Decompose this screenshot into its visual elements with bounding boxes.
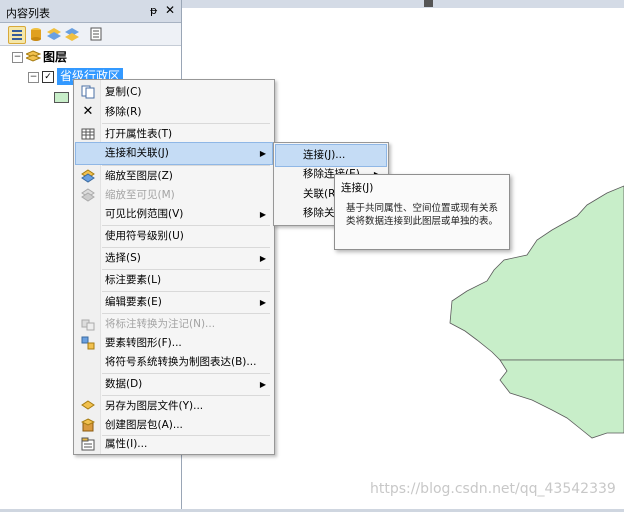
properties-icon [81, 437, 95, 451]
menu-item-convert-labels-to-annotation[interactable]: 将标注转换为注记(N)... [76, 314, 272, 335]
menu-item-label: 属性(I)... [105, 438, 148, 450]
menu-item-label: 使用符号级别(U) [105, 230, 184, 242]
submenu-arrow-icon: ▶ [259, 380, 266, 389]
menu-item-create-layer-package[interactable]: 创建图层包(A)... [76, 415, 272, 436]
menu-item-save-as-layer-file[interactable]: 另存为图层文件(Y)... [76, 396, 272, 417]
menu-item-label: 要素转图形(F)... [105, 337, 182, 349]
menu-item-remove[interactable]: ✕ 移除(R) [76, 102, 272, 123]
layer-symbol-swatch[interactable] [54, 92, 69, 103]
menu-item-convert-symbology-to-representation[interactable]: 将符号系统转换为制图表达(B)... [76, 352, 272, 373]
menu-item-label: 缩放至可见(M) [105, 189, 175, 201]
menu-item-label: 缩放至图层(Z) [105, 170, 173, 182]
toc-toolbar [0, 23, 181, 46]
menu-item-label: 选择(S) [105, 252, 141, 264]
menu-item-use-symbol-levels[interactable]: 使用符号级别(U) [76, 226, 272, 247]
layer-visibility-checkbox[interactable]: ✓ [42, 71, 54, 83]
scroll-arrow-icon[interactable] [424, 0, 433, 7]
menu-item-label: 将符号系统转换为制图表达(B)... [105, 356, 257, 368]
map-top-strip [182, 0, 624, 8]
menu-item-zoom-to-visible[interactable]: 缩放至可见(M) [76, 185, 272, 206]
menu-item-copy[interactable]: 复制(C) [76, 82, 272, 103]
submenu-item-join[interactable]: 连接(J)... [275, 144, 387, 167]
remove-icon: ✕ [82, 104, 94, 119]
zoom-to-layer-icon [81, 169, 95, 183]
submenu-arrow-icon: ▶ [259, 149, 266, 158]
collapse-toggle[interactable]: − [12, 52, 23, 63]
submenu-arrow-icon: ▶ [259, 298, 266, 307]
tree-root-label: 图层 [43, 50, 68, 64]
features-to-graphics-icon [81, 336, 95, 350]
menu-item-convert-features-to-graphics[interactable]: 要素转图形(F)... [76, 333, 272, 354]
list-by-visibility-icon[interactable] [46, 26, 62, 42]
list-by-source-icon[interactable] [28, 26, 44, 42]
menu-item-visible-scale-range[interactable]: 可见比例范围(V) ▶ [76, 204, 272, 225]
panel-header: 内容列表 ᵽ ✕ [0, 0, 181, 23]
submenu-arrow-icon: ▶ [259, 254, 266, 263]
close-icon[interactable]: ✕ [165, 3, 175, 17]
collapse-toggle[interactable]: − [28, 72, 39, 83]
join-tooltip: 连接(J) 基于共同属性、空间位置或现有关系类将数据连接到此图层或单独的表。 [334, 174, 510, 250]
menu-item-label: 可见比例范围(V) [105, 208, 184, 220]
menu-item-label: 数据(D) [105, 378, 143, 390]
tooltip-title: 连接(J) [341, 182, 374, 194]
tooltip-body: 基于共同属性、空间位置或现有关系类将数据连接到此图层或单独的表。 [346, 203, 499, 227]
menu-item-zoom-to-layer[interactable]: 缩放至图层(Z) [76, 166, 272, 187]
menu-item-label-features[interactable]: 标注要素(L) [76, 270, 272, 291]
menu-item-edit-features[interactable]: 编辑要素(E) ▶ [76, 292, 272, 313]
layer-file-icon [81, 399, 95, 413]
menu-item-joins-and-relates[interactable]: 连接和关联(J) ▶ [75, 142, 273, 165]
layer-context-menu: 复制(C) ✕ 移除(R) 打开属性表(T) 连接和关联(J) ▶ 缩放至图层(… [73, 79, 275, 455]
menu-item-label: 连接和关联(J) [105, 147, 169, 159]
layers-icon [24, 50, 42, 70]
menu-item-label: 连接(J)... [303, 149, 346, 161]
table-icon [81, 127, 95, 141]
menu-item-label: 另存为图层文件(Y)... [105, 400, 204, 412]
tree-root-row[interactable]: − 图层 [10, 48, 170, 66]
convert-labels-icon [81, 317, 95, 331]
province-polygon-south [499, 359, 624, 439]
menu-item-selection[interactable]: 选择(S) ▶ [76, 248, 272, 269]
menu-item-label: 将标注转换为注记(N)... [105, 318, 216, 330]
submenu-arrow-icon: ▶ [259, 210, 266, 219]
options-icon[interactable] [88, 26, 104, 42]
menu-item-label: 打开属性表(T) [105, 128, 173, 140]
copy-icon [81, 85, 95, 99]
zoom-to-visible-icon [81, 188, 95, 202]
menu-item-label: 复制(C) [105, 86, 142, 98]
menu-item-label: 标注要素(L) [105, 274, 162, 286]
menu-item-label: 创建图层包(A)... [105, 419, 183, 431]
watermark: https://blog.csdn.net/qq_43542339 [370, 481, 616, 497]
menu-item-label: 移除(R) [105, 106, 142, 118]
list-by-selection-icon[interactable] [64, 26, 80, 42]
layer-package-icon [80, 418, 96, 432]
menu-item-properties[interactable]: 属性(I)... [76, 434, 272, 455]
pin-icon[interactable]: ᵽ [150, 4, 157, 17]
menu-item-label: 编辑要素(E) [105, 296, 162, 308]
panel-title: 内容列表 [6, 7, 50, 20]
menu-item-open-attribute-table[interactable]: 打开属性表(T) [76, 124, 272, 145]
list-by-drawing-order-icon[interactable] [8, 26, 26, 44]
menu-item-data[interactable]: 数据(D) ▶ [76, 374, 272, 395]
